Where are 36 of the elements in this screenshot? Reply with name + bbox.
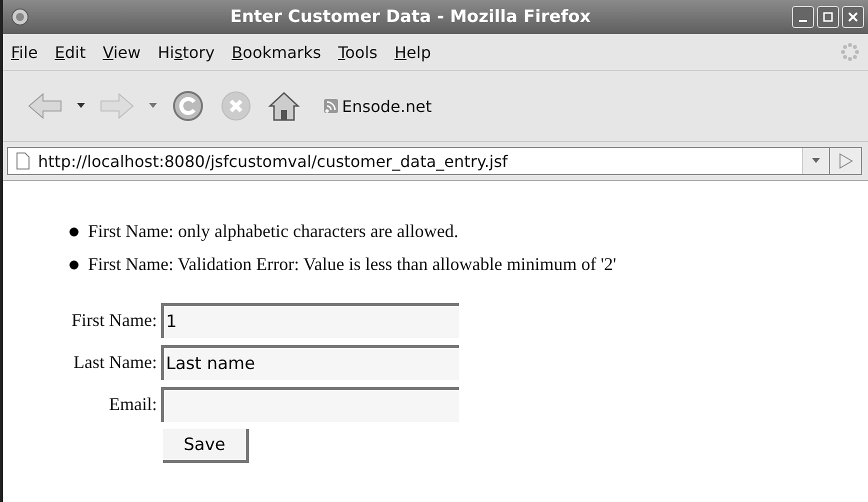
menu-item[interactable]: File: [11, 42, 38, 62]
menu-item[interactable]: Edit: [54, 42, 86, 62]
go-button[interactable]: [830, 147, 862, 175]
error-message: First Name: Validation Error: Value is less than allowable minimum of '2': [88, 254, 616, 275]
save-button[interactable]: Save: [163, 429, 249, 463]
input-field[interactable]: 1: [161, 303, 459, 338]
field-label: Last Name:: [72, 352, 157, 373]
error-message: First Name: only alphabetic characters are allowed.: [88, 221, 458, 242]
field-label: First Name:: [70, 310, 157, 331]
menu-item[interactable]: History: [158, 42, 215, 62]
reload-icon[interactable]: [171, 89, 205, 123]
play-arrow-icon: [838, 153, 852, 169]
feed-icon: [323, 98, 339, 114]
bookmark-link[interactable]: Ensode.net: [323, 96, 432, 116]
field-label: Email:: [108, 394, 157, 415]
input-field[interactable]: [161, 387, 459, 422]
bullet-icon: [69, 260, 79, 270]
input-field[interactable]: Last name: [161, 345, 459, 380]
close-button[interactable]: [842, 6, 864, 28]
bullet-icon: [69, 226, 79, 236]
minimize-button[interactable]: [792, 6, 814, 28]
home-icon[interactable]: [267, 89, 301, 123]
menu-item[interactable]: Tools: [338, 42, 378, 62]
menu-item[interactable]: Help: [394, 42, 431, 62]
minimize-icon: [799, 20, 807, 22]
menu-item[interactable]: View: [102, 42, 141, 62]
maximize-button[interactable]: [817, 6, 839, 28]
close-icon: [848, 12, 858, 22]
dropdown-caret-icon[interactable]: [77, 103, 85, 109]
menu-item[interactable]: Bookmarks: [232, 42, 322, 62]
firefox-logo-icon: [11, 8, 29, 26]
maximize-icon: [823, 12, 833, 22]
window-title: Enter Customer Data - Mozilla Firefox: [229, 7, 592, 27]
back-arrow-icon[interactable]: [27, 91, 63, 121]
address-bar[interactable]: http://localhost:8080/jsfcustomval/customer_data_entry.jsf: [7, 147, 830, 175]
throbber-icon: [840, 42, 860, 62]
